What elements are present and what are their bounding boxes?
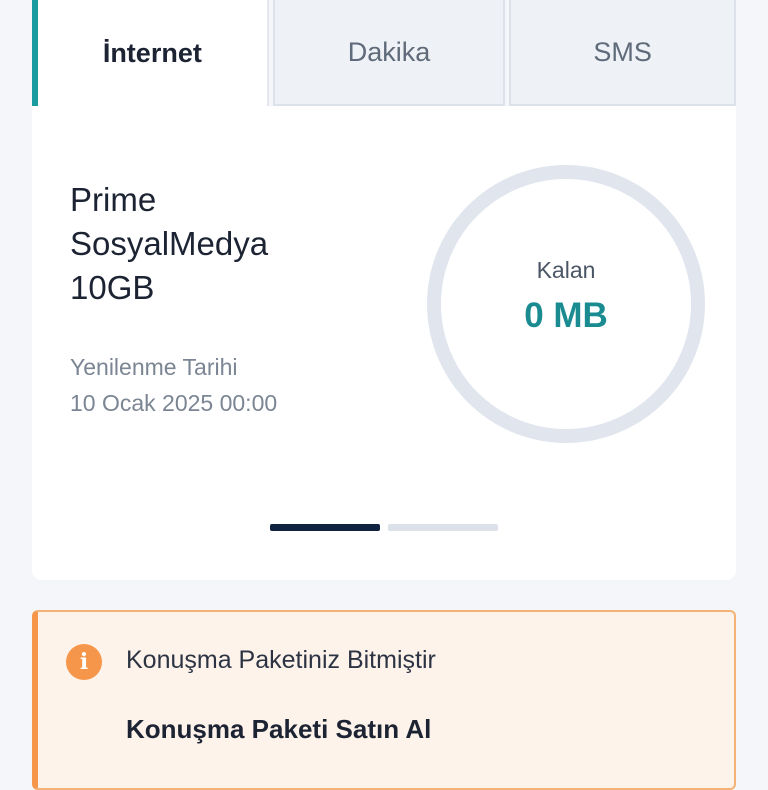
- remaining-gauge: Kalan 0 MB: [424, 162, 708, 446]
- carousel-pager: [270, 524, 506, 531]
- tab-dakika[interactable]: Dakika: [272, 0, 506, 106]
- usage-tabs: İnternet Dakika SMS: [32, 0, 736, 106]
- alert-message: Konuşma Paketiniz Bitmiştir: [126, 646, 436, 674]
- package-name: Prime SosyalMedya 10GB: [70, 181, 269, 306]
- package-card[interactable]: Prime SosyalMedya 10GB Yenilenme Tarihi …: [32, 106, 736, 580]
- tab-sms-label: SMS: [593, 36, 652, 67]
- info-icon: i: [66, 644, 102, 680]
- gauge-value: 0 MB: [524, 296, 608, 335]
- pager-dot-1[interactable]: [270, 524, 380, 531]
- tab-dakika-label: Dakika: [347, 36, 431, 67]
- tab-internet[interactable]: İnternet: [32, 0, 269, 106]
- gauge-label: Kalan: [536, 257, 596, 283]
- tab-sms[interactable]: SMS: [509, 0, 736, 106]
- renewal-label: Yenilenme Tarihi: [70, 354, 238, 380]
- buy-call-package-link[interactable]: Konuşma Paketi Satın Al: [126, 714, 431, 745]
- pager-dot-2[interactable]: [388, 524, 498, 531]
- tab-internet-label: İnternet: [102, 37, 202, 68]
- package-expired-alert: i Konuşma Paketiniz Bitmiştir Konuşma Pa…: [32, 610, 736, 790]
- renewal-date: 10 Ocak 2025 00:00: [70, 390, 278, 416]
